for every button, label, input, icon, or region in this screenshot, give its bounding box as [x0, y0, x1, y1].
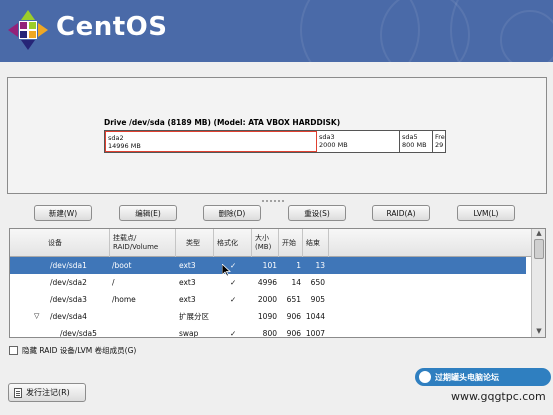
- new-button[interactable]: 新建(W): [34, 205, 92, 221]
- segment-size: 14996 MB: [108, 142, 141, 150]
- cell-device: /dev/sda3: [50, 295, 87, 304]
- cell-size: 2000: [257, 295, 277, 304]
- logo-text: CentOS: [56, 12, 168, 42]
- column-header-start[interactable]: 开始: [279, 229, 303, 257]
- segment-size: 800 MB: [402, 141, 427, 149]
- table-row[interactable]: /dev/sda3 /home ext3 ✓ 2000 651 905: [10, 291, 526, 308]
- partition-segment-sda5[interactable]: sda5 800 MB: [400, 131, 433, 152]
- watermark-text: 过期罐头电脑论坛: [435, 372, 499, 382]
- segment-name: Fre: [435, 133, 445, 141]
- cell-device: /dev/sda2: [50, 278, 87, 287]
- segment-name: sda5: [402, 133, 418, 141]
- cell-type: 扩展分区: [179, 312, 209, 321]
- edit-button[interactable]: 编辑(E): [119, 205, 177, 221]
- column-header-device[interactable]: 设备: [10, 229, 110, 257]
- lvm-button[interactable]: LVM(L): [457, 205, 515, 221]
- cell-size: 800: [262, 329, 277, 338]
- table-row[interactable]: /dev/sda2 / ext3 ✓ 4996 14 650: [10, 274, 526, 291]
- segment-name: sda3: [319, 133, 335, 141]
- mouse-pointer-icon: [222, 264, 231, 277]
- scroll-down-arrow-icon[interactable]: ▼: [532, 327, 545, 337]
- pane-splitter-handle[interactable]: [262, 200, 290, 204]
- table-row[interactable]: ▽ /dev/sda4 扩展分区 1090 906 1044: [10, 308, 526, 325]
- column-header-mount[interactable]: 挂载点/ RAID/Volume: [110, 229, 176, 257]
- table-scrollbar[interactable]: ▲ ▼: [531, 229, 545, 337]
- column-header-format[interactable]: 格式化: [214, 229, 252, 257]
- cell-start: 906: [286, 329, 301, 338]
- cell-device: /dev/sda5: [60, 329, 97, 338]
- checkbox-box[interactable]: [9, 346, 18, 355]
- cell-start: 1: [296, 261, 301, 270]
- cell-mount: /: [112, 278, 115, 287]
- cell-end: 13: [315, 261, 325, 270]
- scrollbar-thumb[interactable]: [534, 239, 544, 259]
- cell-type: ext3: [179, 278, 196, 287]
- segment-size: 29: [435, 141, 444, 149]
- watermark-banner: 过期罐头电脑论坛: [415, 368, 551, 386]
- centos-logo-icon: [8, 10, 48, 50]
- column-header-size[interactable]: 大小 (MB): [252, 229, 279, 257]
- cell-start: 906: [286, 312, 301, 321]
- reset-button[interactable]: 重设(S): [288, 205, 346, 221]
- cell-type: ext3: [179, 295, 196, 304]
- expander-toggle-icon[interactable]: ▽: [34, 308, 39, 325]
- table-row[interactable]: /dev/sda5 swap ✓ 800 906 1007: [10, 325, 526, 338]
- segment-name: sda2: [108, 134, 124, 142]
- cell-device: /dev/sda4: [50, 312, 87, 321]
- scroll-up-arrow-icon[interactable]: ▲: [532, 229, 545, 239]
- cell-start: 651: [286, 295, 301, 304]
- checkmark-icon: ✓: [230, 329, 237, 338]
- cell-end: 1007: [305, 329, 325, 338]
- partition-table: 设备 挂载点/ RAID/Volume 类型 格式化 大小 (MB) 开始 结束…: [9, 228, 546, 338]
- cell-device: /dev/sda1: [50, 261, 87, 270]
- cell-type: ext3: [179, 261, 196, 270]
- cell-size: 4996: [257, 278, 277, 287]
- raid-button[interactable]: RAID(A): [372, 205, 430, 221]
- watermark-url: www.gqgtpc.com: [451, 390, 546, 403]
- cell-start: 14: [291, 278, 301, 287]
- watermark: 过期罐头电脑论坛 www.gqgtpc.com: [415, 365, 551, 411]
- release-notes-button[interactable]: 发行注记(R): [8, 383, 86, 402]
- delete-button[interactable]: 删除(D): [203, 205, 261, 221]
- cell-end: 1044: [305, 312, 325, 321]
- table-row[interactable]: /dev/sda1 /boot ext3 ✓ 101 1 13: [10, 257, 526, 274]
- partition-segment-sda2[interactable]: sda2 14996 MB: [105, 131, 317, 152]
- cell-size: 1090: [257, 312, 277, 321]
- checkmark-icon: ✓: [230, 295, 237, 304]
- decorative-swirl: [500, 10, 553, 62]
- drive-title: Drive /dev/sda (8189 MB) (Model: ATA VBO…: [104, 118, 341, 127]
- cell-mount: /boot: [112, 261, 132, 270]
- release-notes-label: 发行注记(R): [26, 388, 70, 397]
- hide-raid-label: 隐藏 RAID 设备/LVM 卷组成员(G): [22, 346, 137, 355]
- partition-segment-free[interactable]: Fre 29: [433, 131, 445, 152]
- cell-type: swap: [179, 329, 199, 338]
- drive-partition-bar: sda2 14996 MB sda3 2000 MB sda5 800 MB F…: [104, 130, 446, 153]
- column-header-type[interactable]: 类型: [176, 229, 214, 257]
- document-icon: [14, 387, 22, 398]
- header-banner: CentOS: [0, 0, 553, 62]
- segment-size: 2000 MB: [319, 141, 348, 149]
- partition-segment-sda3[interactable]: sda3 2000 MB: [317, 131, 400, 152]
- watermark-logo-icon: [417, 369, 433, 385]
- cell-end: 905: [310, 295, 325, 304]
- table-header: 设备 挂载点/ RAID/Volume 类型 格式化 大小 (MB) 开始 结束: [10, 229, 545, 257]
- column-header-end[interactable]: 结束: [303, 229, 329, 257]
- cell-end: 650: [310, 278, 325, 287]
- cell-size: 101: [262, 261, 277, 270]
- cell-mount: /home: [112, 295, 136, 304]
- hide-raid-checkbox[interactable]: 隐藏 RAID 设备/LVM 卷组成员(G): [9, 345, 136, 356]
